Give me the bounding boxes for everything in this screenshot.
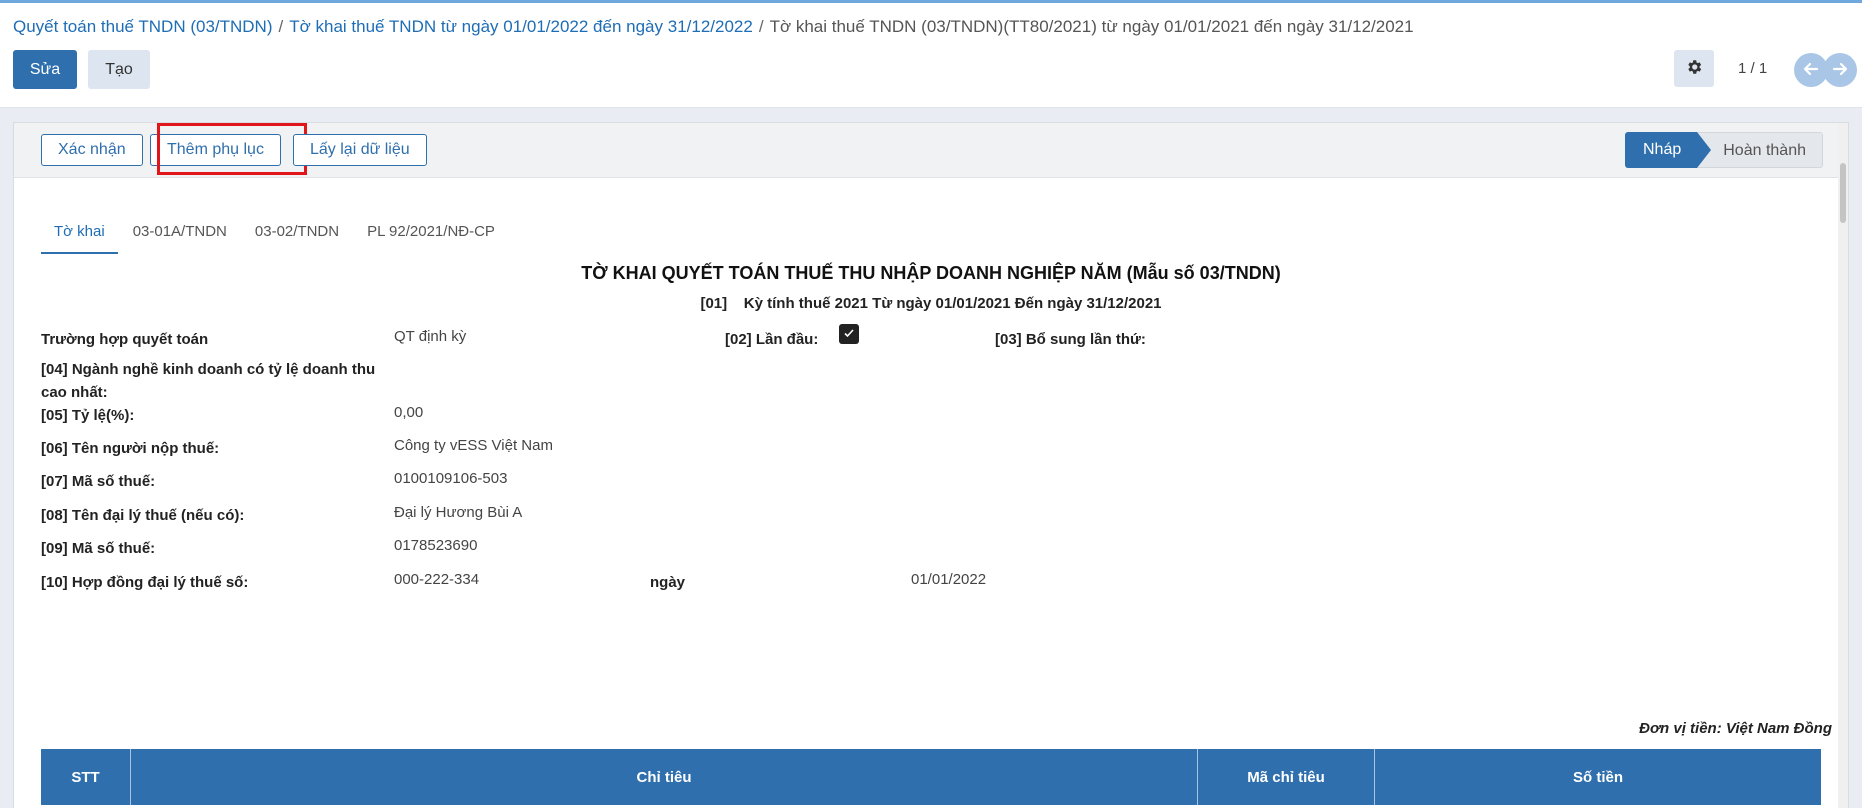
field-label-agent-name: [08] Tên đại lý thuế (nếu có): bbox=[41, 507, 245, 524]
gear-icon bbox=[1685, 58, 1703, 79]
gear-menu-button[interactable] bbox=[1674, 50, 1714, 87]
contract-date-label: ngày bbox=[650, 574, 686, 591]
next-record-button[interactable] bbox=[1823, 53, 1857, 87]
first-time-checkbox[interactable] bbox=[839, 324, 859, 344]
confirm-button[interactable]: Xác nhận bbox=[41, 134, 143, 166]
breadcrumb-separator: / bbox=[278, 17, 284, 36]
column-header-indicator: Chỉ tiêu bbox=[131, 749, 1198, 805]
field-value-agent-contract[interactable]: 000-222-334 bbox=[394, 571, 479, 588]
tab-03-02[interactable]: 03-02/TNDN bbox=[242, 213, 352, 254]
pager-counter: 1 / 1 bbox=[1738, 60, 1768, 77]
supplement-label: [03] Bổ sung lần thứ: bbox=[995, 331, 1146, 348]
field-label-taxpayer-name: [06] Tên người nộp thuế: bbox=[41, 440, 220, 457]
field-label-agent-tax-code: [09] Mã số thuế: bbox=[41, 540, 156, 557]
breadcrumb: Quyết toán thuế TNDN (03/TNDN) / Tờ khai t… bbox=[13, 17, 1414, 37]
stage-draft[interactable]: Nháp bbox=[1625, 132, 1712, 168]
tax-period: [01] Kỳ tính thuế 2021 Từ ngày 01/01/202… bbox=[700, 295, 1162, 312]
stage-done[interactable]: Hoàn thành bbox=[1697, 132, 1823, 168]
control-panel: Quyết toán thuế TNDN (03/TNDN) / Tờ khai t… bbox=[0, 0, 1862, 108]
notebook-tabs: Tờ khai 03-01A/TNDN 03-02/TNDN PL 92/202… bbox=[41, 213, 510, 254]
field-value-settlement-type[interactable]: QT định kỳ bbox=[394, 328, 466, 345]
field-value-tax-code[interactable]: 0100109106-503 bbox=[394, 470, 507, 487]
column-header-amount: Số tiền bbox=[1572, 768, 1623, 786]
field-label-tax-code: [07] Mã số thuế: bbox=[41, 473, 156, 490]
column-header-indicator-code: Mã chỉ tiêu bbox=[1198, 749, 1375, 805]
arrow-left-icon bbox=[1803, 61, 1819, 80]
currency-unit: Đơn vị tiền: Việt Nam Đồng bbox=[1639, 720, 1832, 737]
field-label-ratio: [05] Tỷ lệ(%): bbox=[41, 407, 135, 424]
arrow-right-icon bbox=[1832, 61, 1848, 80]
highlight-box bbox=[157, 123, 307, 175]
field-value-agent-name[interactable]: Đại lý Hương Bùi A bbox=[394, 504, 522, 521]
field-label-business-line: [04] Ngành nghề kinh doanh có tỷ lệ doan… bbox=[41, 361, 376, 401]
breadcrumb-current: Tờ khai thuế TNDN (03/TNDN)(TT80/2021) t… bbox=[769, 17, 1414, 36]
field-value-ratio[interactable]: 0,00 bbox=[394, 404, 423, 421]
statusbar: Xác nhận Thêm phụ lục Lấy lại dữ liệu Nh… bbox=[14, 123, 1848, 178]
breadcrumb-separator: / bbox=[758, 17, 764, 36]
reload-data-button[interactable]: Lấy lại dữ liệu bbox=[293, 134, 427, 166]
first-time-label: [02] Lần đầu: bbox=[725, 331, 819, 348]
contract-date-value[interactable]: 01/01/2022 bbox=[911, 571, 986, 588]
tab-pl-92[interactable]: PL 92/2021/NĐ-CP bbox=[354, 213, 508, 254]
create-button[interactable]: Tạo bbox=[88, 50, 150, 89]
column-header-stt: STT bbox=[41, 749, 131, 805]
checkmark-icon bbox=[843, 326, 855, 342]
field-label-agent-contract: [10] Hợp đồng đại lý thuế số: bbox=[41, 574, 249, 591]
edit-button[interactable]: Sửa bbox=[13, 50, 77, 89]
form-sheet: Xác nhận Thêm phụ lục Lấy lại dữ liệu Nh… bbox=[13, 122, 1849, 808]
table-header: STT Chỉ tiêu Mã chỉ tiêu Số tiền bbox=[41, 749, 1821, 805]
field-value-agent-tax-code[interactable]: 0178523690 bbox=[394, 537, 477, 554]
form-title: TỜ KHAI QUYẾT TOÁN THUẾ THU NHẬP DOANH N… bbox=[581, 263, 1281, 283]
tab-declaration[interactable]: Tờ khai bbox=[41, 213, 118, 254]
field-value-taxpayer-name[interactable]: Công ty vESS Việt Nam bbox=[394, 437, 553, 454]
breadcrumb-link-settlement[interactable]: Quyết toán thuế TNDN (03/TNDN) bbox=[13, 17, 273, 36]
field-label-settlement-type: Trường hợp quyết toán bbox=[41, 331, 209, 348]
tab-03-01a[interactable]: 03-01A/TNDN bbox=[120, 213, 240, 254]
scrollbar-thumb[interactable] bbox=[1840, 163, 1846, 223]
status-stages: Nháp Hoàn thành bbox=[1625, 132, 1823, 168]
breadcrumb-link-declaration-2022[interactable]: Tờ khai thuế TNDN từ ngày 01/01/2022 đến… bbox=[289, 17, 753, 36]
vertical-scrollbar[interactable] bbox=[1838, 123, 1848, 808]
